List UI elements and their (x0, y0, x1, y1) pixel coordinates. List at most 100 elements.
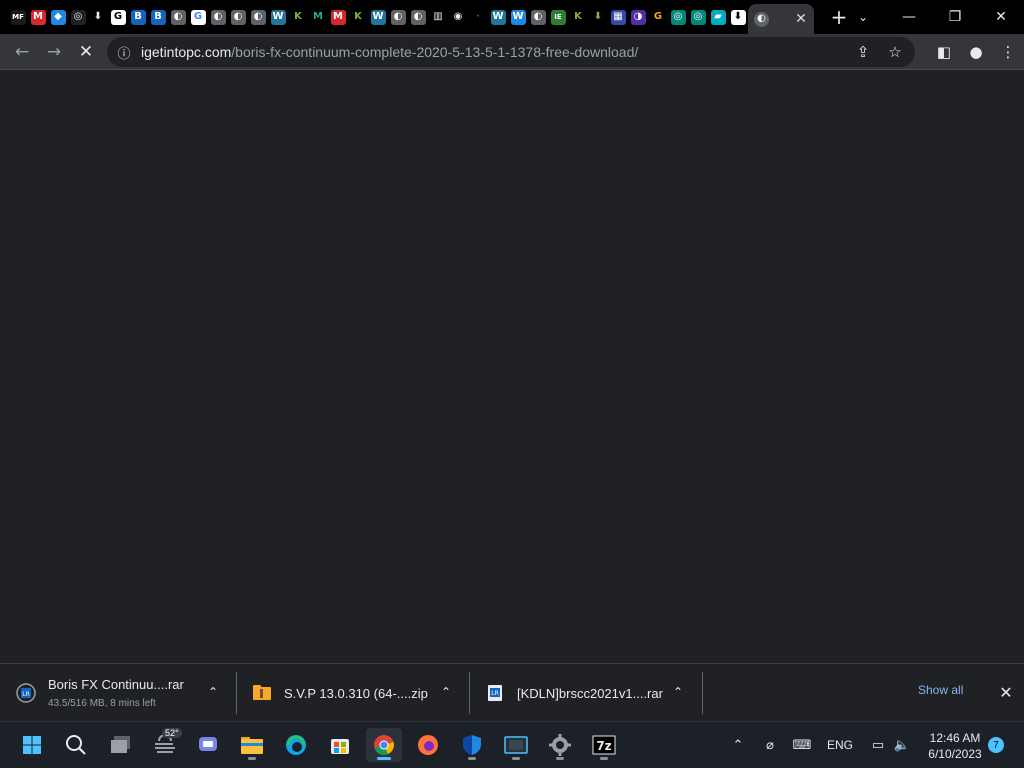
defender-button[interactable] (454, 728, 490, 762)
start-button[interactable] (14, 728, 50, 762)
show-hidden-icons-chevron-icon[interactable]: ⌃ (727, 722, 749, 768)
dark-icon: · (470, 9, 486, 25)
download-menu-chevron-icon[interactable]: ⌃ (436, 682, 456, 702)
browser-tab[interactable]: ◐ (528, 0, 548, 34)
chrome-icon: ◎ (70, 9, 86, 25)
browser-tab[interactable]: ◎ (668, 0, 688, 34)
browser-tab[interactable]: ⬇ (88, 0, 108, 34)
chat-icon (197, 734, 219, 756)
browser-tab[interactable]: · (468, 0, 488, 34)
browser-tab[interactable]: K (288, 0, 308, 34)
settings-button[interactable] (542, 728, 578, 762)
download-menu-chevron-icon[interactable]: ⌃ (203, 682, 223, 702)
browser-tab[interactable]: ▦ (608, 0, 628, 34)
close-download-shelf-button[interactable]: ✕ (996, 682, 1016, 702)
k-icon: K (290, 9, 306, 25)
browser-tab[interactable]: ▰ (708, 0, 728, 34)
browser-tab[interactable]: B (128, 0, 148, 34)
network-off-icon[interactable]: ⌀ (759, 722, 781, 768)
notification-badge[interactable]: 7 (988, 737, 1004, 753)
input-language[interactable]: ENG (827, 738, 853, 752)
browser-tab[interactable]: M (308, 0, 328, 34)
browser-tab[interactable]: ◐ (248, 0, 268, 34)
minimize-button[interactable]: — (886, 0, 932, 34)
browser-tab[interactable]: ◑ (628, 0, 648, 34)
profile-icon[interactable]: ● (960, 34, 992, 70)
firefox-button[interactable] (410, 728, 446, 762)
stop-icon: ✕ (78, 42, 94, 62)
browser-tab[interactable]: M (328, 0, 348, 34)
browser-tab[interactable]: M (28, 0, 48, 34)
display-icon[interactable]: ▭ (867, 722, 889, 768)
browser-tab[interactable]: G (188, 0, 208, 34)
firefox-icon (417, 734, 439, 756)
page-content (0, 70, 1024, 663)
side-panel-icon[interactable]: ◧ (928, 34, 960, 70)
browser-tab[interactable]: ⬇ (588, 0, 608, 34)
browser-tab[interactable]: W (368, 0, 388, 34)
browser-tab[interactable]: G (648, 0, 668, 34)
tab-close-icon[interactable]: ✕ (794, 11, 808, 27)
browser-tab[interactable]: ◉ (448, 0, 468, 34)
store-button[interactable] (322, 728, 358, 762)
volume-icon[interactable]: 🔈 (891, 722, 913, 768)
download-item[interactable]: LR [KDLN]brscc2021v1....rar (485, 664, 663, 722)
site-info-icon[interactable]: ⓘ (107, 37, 141, 67)
keyboard-icon[interactable]: ⌨ (791, 722, 813, 768)
download-item[interactable]: S.V.P 13.0.310 (64-....zip (252, 664, 428, 722)
tab-search-button[interactable]: ⌄ (846, 0, 880, 34)
back-button[interactable]: ← (8, 38, 36, 66)
chrome-button[interactable] (366, 728, 402, 762)
browser-tab[interactable]: ◎ (688, 0, 708, 34)
folder-icon (240, 735, 264, 755)
clock[interactable]: 12:46 AM 6/10/2023 (920, 730, 990, 762)
forward-arrow-icon: → (46, 42, 62, 62)
share-icon[interactable]: ⇪ (847, 37, 879, 67)
browser-tab[interactable]: ▥ (428, 0, 448, 34)
browser-tab[interactable]: ◐ (168, 0, 188, 34)
browser-tab[interactable]: K (348, 0, 368, 34)
ie-icon: IE (550, 9, 566, 25)
edge-button[interactable] (278, 728, 314, 762)
toolbar-actions: ◧ ● ⋮ (928, 34, 1024, 70)
address-bar[interactable]: ⓘ igetintopc.com/boris-fx-continuum-comp… (107, 37, 915, 67)
svg-text:LR: LR (22, 691, 30, 698)
7zip-button[interactable]: 7z (586, 728, 622, 762)
browser-tab[interactable]: ◐ (408, 0, 428, 34)
file-explorer-button[interactable] (234, 728, 270, 762)
browser-tab[interactable]: ⬇ (728, 0, 748, 34)
browser-tab[interactable]: ◐ (228, 0, 248, 34)
close-window-button[interactable]: ✕ (978, 0, 1024, 34)
browser-tab[interactable]: B (148, 0, 168, 34)
search-button[interactable] (58, 728, 94, 762)
browser-tab[interactable]: K (568, 0, 588, 34)
browser-tab[interactable]: ◐ (388, 0, 408, 34)
github-icon: ◉ (450, 9, 466, 25)
svg-text:7z: 7z (596, 739, 611, 753)
browser-tab[interactable]: ◆ (48, 0, 68, 34)
restore-button[interactable]: ❐ (932, 0, 978, 34)
browser-tab[interactable]: G (108, 0, 128, 34)
menu-kebab-icon[interactable]: ⋮ (992, 34, 1024, 70)
stop-loading-button[interactable]: ✕ (72, 38, 100, 66)
browser-tab[interactable]: MF (8, 0, 28, 34)
show-all-downloads-link[interactable]: Show all (918, 683, 963, 697)
browser-tab[interactable]: ◐ (208, 0, 228, 34)
weather-icon (153, 735, 177, 755)
browser-tab[interactable]: ◎ (68, 0, 88, 34)
forward-button[interactable]: → (40, 38, 68, 66)
media-app-button[interactable] (498, 728, 534, 762)
browser-tab[interactable]: W (488, 0, 508, 34)
task-view-button[interactable] (103, 728, 139, 762)
teams-chat-button[interactable] (190, 728, 226, 762)
download-item[interactable]: LR Boris FX Continuu....rar 43.5/516 MB,… (16, 664, 184, 722)
download-menu-chevron-icon[interactable]: ⌃ (668, 682, 688, 702)
url-text[interactable]: igetintopc.com/boris-fx-continuum-comple… (141, 44, 638, 60)
chrome-icon (373, 734, 395, 756)
browser-tab[interactable]: IE (548, 0, 568, 34)
tab-list: MF M ◆ ◎ ⬇ G B B ◐ G ◐ ◐ ◐ W K M M K W ◐ ◐ ▥ ◉ · W W ◐ IE K ⬇ ▦ ◑ G ◎ ◎ ▰ ⬇ ◐… (0, 0, 814, 34)
browser-tab[interactable]: W (268, 0, 288, 34)
bookmark-star-icon[interactable]: ☆ (879, 37, 911, 67)
browser-tab-active[interactable]: ◐ ✕ (748, 4, 814, 34)
browser-tab[interactable]: W (508, 0, 528, 34)
